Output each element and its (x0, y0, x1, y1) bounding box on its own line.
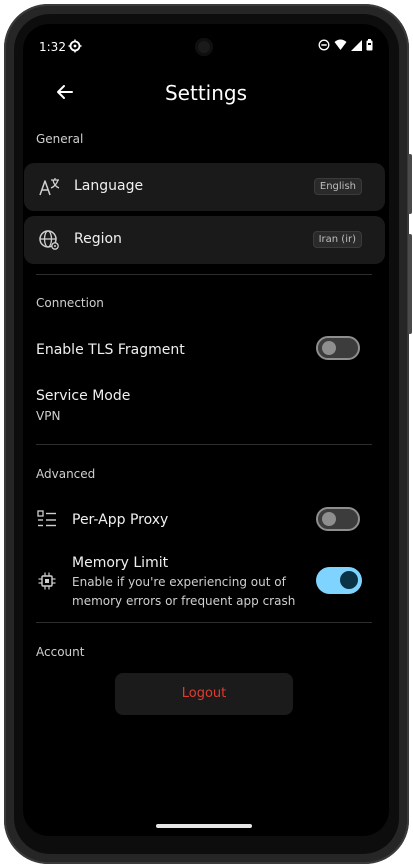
memory-limit-toggle[interactable] (316, 567, 362, 594)
status-time: 1:32 (39, 40, 66, 54)
language-label: Language (74, 178, 144, 194)
section-connection: Connection (36, 296, 104, 310)
divider (36, 274, 372, 275)
toggle-knob (340, 571, 358, 589)
per-app-proxy-label: Per-App Proxy (72, 512, 169, 528)
section-account: Account (36, 645, 85, 659)
memory-chip-icon (38, 572, 56, 590)
divider (36, 622, 372, 623)
toggle-knob (322, 512, 336, 526)
status-bar: 1:32 (23, 24, 389, 68)
volume-button (408, 234, 412, 334)
translate-icon (39, 178, 60, 196)
region-value: Iran (ir) (312, 231, 362, 248)
service-mode-value: VPN (36, 409, 61, 423)
front-camera (195, 38, 213, 56)
app-list-icon (37, 510, 56, 527)
screen: 1:32 Settings General Language English R… (23, 24, 389, 836)
section-advanced: Advanced (36, 467, 96, 481)
wifi-icon (334, 39, 347, 50)
power-button (408, 154, 412, 214)
divider (36, 444, 372, 445)
region-row[interactable]: Region Iran (ir) (24, 216, 385, 264)
logout-button[interactable]: Logout (115, 673, 293, 715)
tls-fragment-label: Enable TLS Fragment (36, 342, 185, 358)
memory-limit-label: Memory Limit (72, 555, 169, 571)
region-label: Region (74, 231, 122, 247)
memory-limit-description-2: memory errors or frequent app crash (72, 594, 296, 608)
status-icons (318, 39, 373, 51)
app-bar: Settings (23, 76, 389, 116)
service-mode-label: Service Mode (36, 388, 131, 404)
home-indicator[interactable] (156, 824, 252, 828)
tls-fragment-toggle[interactable] (316, 336, 360, 360)
section-general: General (36, 132, 84, 146)
do-not-disturb-icon (318, 39, 330, 51)
signal-icon (351, 39, 362, 51)
language-row[interactable]: Language English (24, 163, 385, 211)
per-app-proxy-toggle[interactable] (316, 507, 360, 531)
language-value: English (313, 178, 362, 195)
toggle-knob (322, 341, 336, 355)
battery-icon (366, 39, 373, 51)
memory-limit-description: Enable if you're experiencing out of (72, 575, 286, 589)
page-title: Settings (164, 81, 248, 105)
gear-icon (68, 39, 82, 53)
globe-icon (39, 230, 59, 250)
